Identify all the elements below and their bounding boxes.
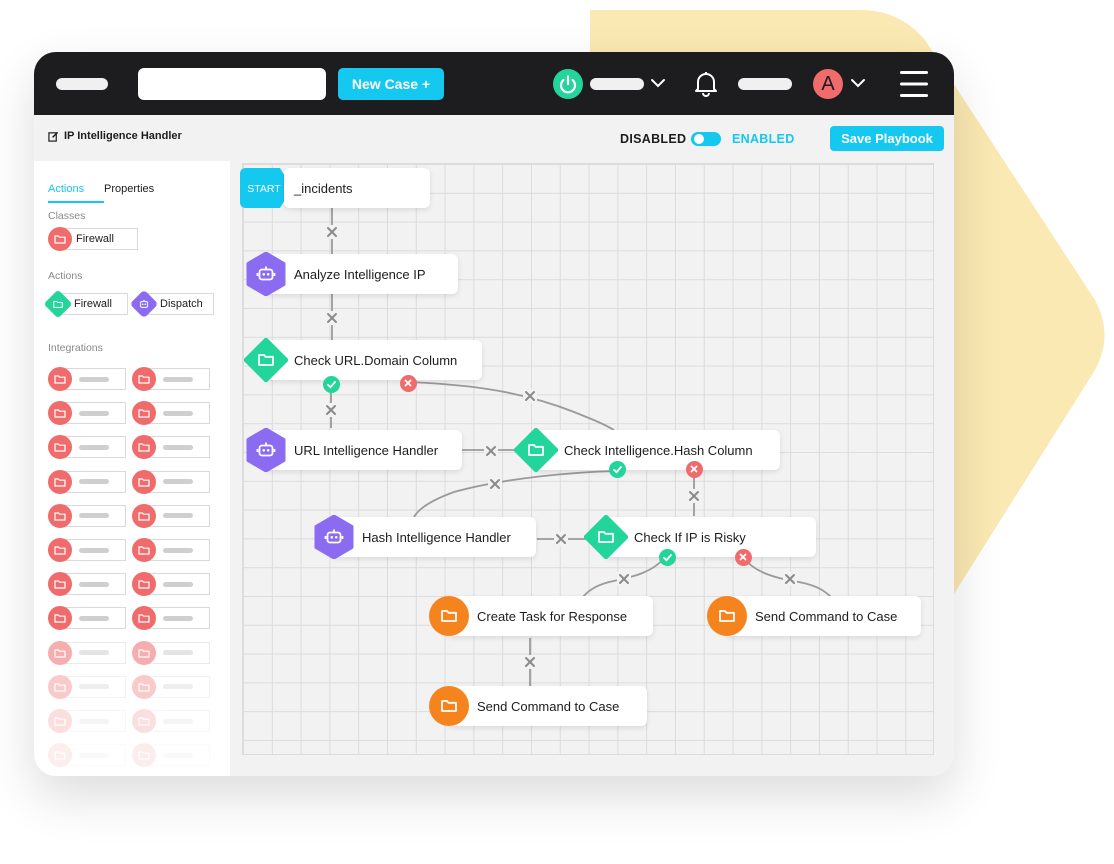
- connector-line: [413, 470, 618, 518]
- integration-name-placeholder: [79, 376, 109, 382]
- remove-connector-icon[interactable]: [617, 572, 631, 586]
- integration-name-placeholder: [163, 376, 193, 382]
- folder-icon: [132, 469, 156, 494]
- integration-name-placeholder: [79, 547, 109, 553]
- robot-icon: [244, 428, 288, 472]
- action-label: Firewall: [74, 298, 112, 310]
- folder-icon: [514, 428, 558, 472]
- stage: New Case + A IP Intelligence Handler DIS…: [0, 0, 1114, 864]
- flow-node-hash-handler[interactable]: Hash Intelligence Handler: [332, 517, 536, 557]
- flow-node-check-url[interactable]: Check URL.Domain Column: [264, 340, 482, 380]
- flow-node-analyze[interactable]: Analyze Intelligence IP: [264, 254, 458, 294]
- node-label: Hash Intelligence Handler: [362, 529, 511, 545]
- folder-icon: [48, 367, 72, 391]
- folder-icon: [48, 503, 72, 528]
- folder-icon: [132, 401, 156, 426]
- folder-icon: [427, 594, 471, 638]
- integration-name-placeholder: [163, 581, 193, 587]
- flow-node-check-risky[interactable]: Check If IP is Risky: [604, 517, 816, 557]
- folder-icon: [132, 503, 156, 528]
- false-branch-x-icon[interactable]: [734, 548, 752, 566]
- flow-node-send-command-1[interactable]: Send Command to Case: [725, 596, 921, 636]
- remove-connector-icon[interactable]: [687, 489, 701, 503]
- false-branch-x-icon[interactable]: [399, 374, 417, 392]
- true-branch-check-icon[interactable]: [658, 548, 676, 566]
- remove-connector-icon[interactable]: [523, 655, 537, 669]
- app-window: New Case + A IP Intelligence Handler DIS…: [34, 52, 954, 776]
- integration-name-placeholder: [79, 479, 109, 485]
- folder-icon: [48, 538, 72, 562]
- remove-connector-icon[interactable]: [488, 477, 502, 491]
- flow-node-send-command-2[interactable]: Send Command to Case: [447, 686, 647, 726]
- integration-name-placeholder: [163, 547, 193, 553]
- folder-icon: [48, 227, 72, 251]
- folder-icon: [48, 572, 72, 597]
- node-label: Check URL.Domain Column: [294, 352, 458, 368]
- true-branch-check-icon[interactable]: [608, 460, 626, 478]
- node-label: Create Task for Response: [477, 608, 628, 624]
- class-label: Firewall: [76, 233, 114, 245]
- integration-name-placeholder: [79, 513, 109, 519]
- robot-icon: [312, 515, 356, 559]
- flow-node-incidents[interactable]: _incidents: [284, 168, 430, 208]
- true-branch-check-icon[interactable]: [322, 375, 340, 393]
- flow-node-check-hash[interactable]: Check Intelligence.Hash Column: [534, 430, 780, 470]
- remove-connector-icon[interactable]: [324, 403, 338, 417]
- false-branch-x-icon[interactable]: [685, 460, 703, 478]
- action-label: Dispatch: [160, 298, 203, 310]
- connector-line: [407, 381, 615, 431]
- node-label: Send Command to Case: [477, 698, 620, 714]
- robot-icon: [244, 252, 288, 296]
- remove-connector-icon[interactable]: [523, 389, 537, 403]
- remove-connector-icon[interactable]: [783, 572, 797, 586]
- integration-name-placeholder: [163, 410, 193, 416]
- folder-icon: [48, 401, 72, 426]
- integration-name-placeholder: [163, 615, 193, 621]
- folder-icon: [48, 469, 72, 494]
- node-label: URL Intelligence Handler: [294, 442, 439, 458]
- integration-name-placeholder: [79, 444, 109, 450]
- integration-name-placeholder: [163, 513, 193, 519]
- node-label: Check Intelligence.Hash Column: [564, 442, 753, 458]
- node-label: _incidents: [294, 180, 353, 196]
- folder-icon: [427, 684, 471, 728]
- integration-name-placeholder: [163, 444, 193, 450]
- remove-connector-icon[interactable]: [484, 444, 498, 458]
- remove-connector-icon[interactable]: [554, 532, 568, 546]
- remove-connector-icon[interactable]: [325, 225, 339, 239]
- folder-icon: [132, 367, 156, 391]
- folder-icon: [132, 572, 156, 597]
- integration-name-placeholder: [79, 615, 109, 621]
- flow-node-create-task[interactable]: Create Task for Response: [447, 596, 653, 636]
- folder-icon: [132, 538, 156, 562]
- folder-icon: [244, 338, 288, 382]
- remove-connector-icon[interactable]: [325, 311, 339, 325]
- node-label: Check If IP is Risky: [634, 529, 746, 545]
- integration-name-placeholder: [79, 581, 109, 587]
- integration-name-placeholder: [79, 410, 109, 416]
- folder-icon: [705, 594, 749, 638]
- integration-name-placeholder: [163, 479, 193, 485]
- start-tag-label: START: [247, 183, 281, 195]
- flow-node-url-handler[interactable]: URL Intelligence Handler: [264, 430, 462, 470]
- node-label: Analyze Intelligence IP: [294, 266, 426, 282]
- node-label: Send Command to Case: [755, 608, 898, 624]
- folder-icon: [584, 515, 628, 559]
